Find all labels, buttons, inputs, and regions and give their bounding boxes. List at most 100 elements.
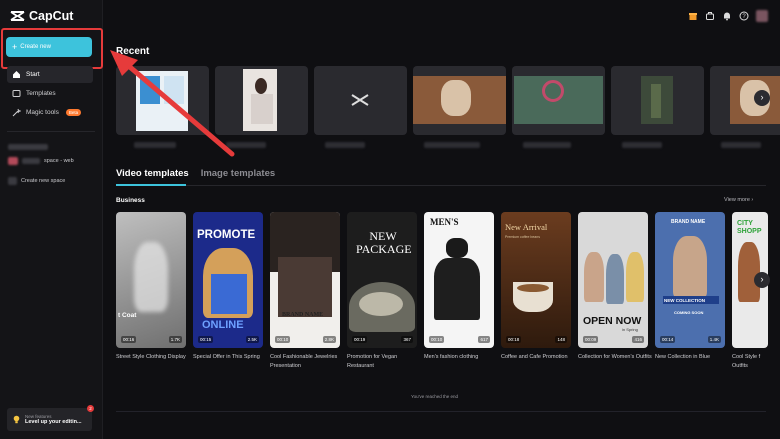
sidebar-item-start[interactable]: Start [7, 66, 93, 83]
card-likes: 1.4K [707, 336, 721, 343]
card-overlay-text: CITY SHOPP [737, 220, 762, 235]
capcut-placeholder-icon [351, 94, 369, 106]
template-card[interactable]: New Arrival Premium coffee beans 00:18 1… [501, 212, 571, 348]
card-duration: 00:10 [429, 336, 445, 343]
create-space-label: Create new space [21, 178, 66, 184]
card-overlay-text-secondary: in Spring [622, 327, 638, 332]
sidebar: CapCut + Create new Start Templates Magi… [0, 0, 103, 439]
space-name-blurred [22, 158, 40, 164]
card-title: New Collection in Blue [655, 354, 711, 360]
card-overlay-text: PROMOTE [197, 229, 256, 241]
card-overlay-text: BRAND NAME [671, 219, 706, 225]
lightbulb-icon [13, 415, 20, 424]
create-space-button[interactable]: Create new space [8, 177, 65, 185]
recent-project-name-blurred [523, 142, 571, 148]
end-of-list-text: You've reached the end [411, 394, 458, 399]
templates-icon [12, 90, 21, 97]
beta-badge: Beta [65, 109, 82, 116]
recent-title: Recent [116, 46, 150, 57]
card-likes: 617 [478, 336, 490, 343]
chevron-right-icon: › [751, 197, 754, 203]
card-likes: 2.5K [245, 336, 259, 343]
notification-count-badge: 2 [87, 405, 94, 412]
sidebar-item-templates[interactable]: Templates [7, 85, 93, 102]
card-overlay-text-secondary: Premium coffee beans [505, 235, 540, 239]
template-card[interactable]: NEW PACKAGE 00:19 367 [347, 212, 417, 348]
card-likes: 416 [632, 336, 644, 343]
recent-next-button[interactable]: › [754, 90, 770, 106]
new-features-card[interactable]: New features Level up your editin... [7, 408, 92, 431]
view-more-link[interactable]: View more › [724, 197, 753, 203]
sidebar-item-magic-tools[interactable]: Magic tools Beta [7, 104, 93, 121]
card-overlay-text: New Arrival [505, 222, 548, 232]
card-duration: 00:18 [506, 336, 522, 343]
header-icons: ? [688, 10, 768, 22]
card-likes: 1.7K [168, 336, 182, 343]
template-card[interactable]: BRAND NAME NEW COLLECTION COMING SOON 00… [655, 212, 725, 348]
capcut-logo[interactable]: CapCut [10, 9, 73, 23]
recent-projects-row [116, 66, 780, 135]
card-duration: 00:16 [121, 336, 137, 343]
card-duration: 00:09 [583, 336, 599, 343]
template-card[interactable]: BRAND NAME 00:10 2.8K [270, 212, 340, 348]
card-duration: 00:10 [275, 336, 291, 343]
tab-image-templates[interactable]: Image templates [201, 168, 275, 179]
recent-project-thumb[interactable] [611, 66, 704, 135]
category-title: Business [116, 197, 145, 204]
card-overlay-text: OPEN NOW [583, 315, 642, 327]
gift-icon[interactable] [688, 11, 698, 21]
recent-project-name-blurred [134, 142, 176, 148]
card-likes: 148 [555, 336, 567, 343]
tab-divider [116, 185, 766, 186]
recent-project-name-blurred [424, 142, 480, 148]
card-duration: 00:14 [660, 336, 676, 343]
card-title: Coffee and Cafe Promotion [501, 354, 568, 360]
space-item-web[interactable]: space - web [8, 157, 74, 165]
create-space-icon [8, 177, 17, 185]
card-overlay-text: MEN'S [430, 217, 459, 227]
card-overlay-text: t Coat [118, 312, 137, 319]
briefcase-icon[interactable] [705, 11, 715, 21]
card-title: Street Style Clothing Display [116, 354, 186, 360]
help-icon[interactable]: ? [739, 11, 749, 21]
card-overlay-text-tertiary: COMING SOON [674, 310, 704, 315]
card-overlay-text-secondary: NEW COLLECTION [664, 298, 705, 303]
highlight-annotation-box [1, 28, 103, 69]
card-title: Men's fashion clothing [424, 354, 479, 360]
space-avatar [8, 157, 18, 165]
template-card[interactable]: t Coat 00:16 1.7K [116, 212, 186, 348]
template-tabs: Video templates Image templates [116, 168, 275, 179]
template-card[interactable]: PROMOTE ONLINE 00:15 2.5K [193, 212, 263, 348]
space-header[interactable] [8, 144, 48, 150]
recent-project-name-blurred [325, 142, 365, 148]
recent-project-name-blurred [226, 142, 266, 148]
card-overlay-text-secondary: ONLINE [202, 319, 244, 331]
sidebar-item-label: Magic tools [26, 109, 59, 116]
magic-icon [12, 108, 21, 117]
recent-project-thumb[interactable] [116, 66, 209, 135]
recent-project-thumb[interactable] [314, 66, 407, 135]
card-title: Special Offer in This Spring [193, 354, 260, 360]
card-likes: 2.8K [322, 336, 336, 343]
space-owner-blurred [8, 144, 48, 150]
template-card[interactable]: OPEN NOW in Spring 00:09 416 [578, 212, 648, 348]
chevron-right-icon: › [760, 274, 764, 284]
card-title: Cool Fashionable Jewelries Presentation [270, 354, 338, 369]
bell-icon[interactable] [722, 11, 732, 21]
card-title: Cool Style f Outfits [732, 354, 761, 369]
recent-project-thumb[interactable] [413, 66, 506, 135]
recent-project-name-blurred [721, 142, 761, 148]
sidebar-item-label: Templates [26, 90, 56, 97]
tab-video-templates[interactable]: Video templates [116, 168, 189, 179]
user-avatar[interactable] [756, 10, 768, 22]
end-divider [116, 411, 766, 412]
templates-next-button[interactable]: › [754, 272, 770, 288]
card-duration: 00:19 [352, 336, 368, 343]
chevron-right-icon: › [760, 92, 764, 102]
recent-project-thumb[interactable] [215, 66, 308, 135]
active-tab-indicator [116, 184, 186, 186]
template-card[interactable]: MEN'S 00:10 617 [424, 212, 494, 348]
recent-project-thumb[interactable] [512, 66, 605, 135]
card-likes: 367 [401, 336, 413, 343]
card-duration: 00:15 [198, 336, 214, 343]
